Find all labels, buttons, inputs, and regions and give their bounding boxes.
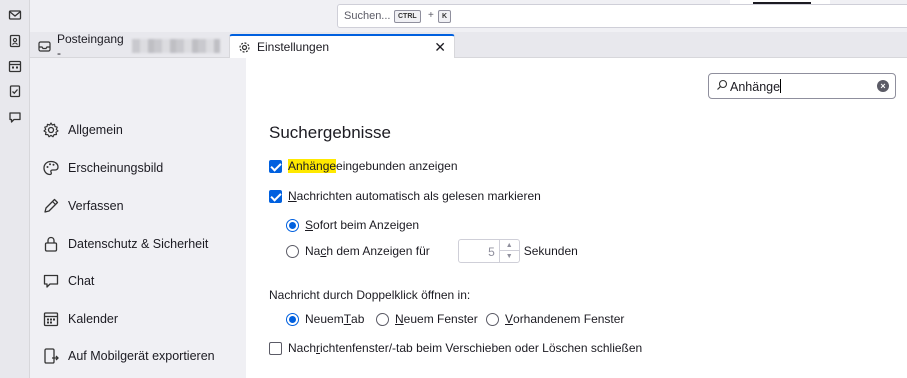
calendar-icon[interactable] [8,59,22,73]
mobile-export-icon [42,347,60,365]
sidebar-item-verfassen[interactable]: Verfassen [42,194,124,218]
stepper-value: 5 [488,245,495,259]
sidebar-item-mobile-export[interactable]: Auf Mobilgerät exportieren [42,344,215,368]
delay-seconds-stepper[interactable]: 5 ▲ ▼ [457,239,520,263]
sidebar-item-label: Chat [68,274,95,288]
radio-selected[interactable] [286,312,299,326]
title-bar: Suchen... CTRL + K [30,0,907,32]
option-label: ofort beim Anzeigen [313,218,420,232]
search-results-heading: Suchergebnisse [269,123,391,142]
checkbox-checked[interactable] [269,189,282,203]
radio-immediately[interactable]: Sofort beim Anzeigen [286,218,419,232]
redacted-account-name [131,39,220,53]
sidebar-item-chat[interactable]: Chat [42,269,94,293]
tab-settings[interactable]: Einstellungen ✕ [229,34,455,58]
settings-search-input[interactable]: Anhänge × [708,73,896,99]
option-label: ab [351,312,365,326]
option-label: orhandenem Fenster [513,312,625,326]
tasks-icon[interactable] [8,84,22,98]
tab-strip: Posteingang - Einstellungen ✕ [30,32,907,60]
sidebar-item-label: Kalender [68,312,119,326]
shortcut-key-ctrl: CTRL [394,10,421,23]
option-label: ichtenfenster/-tab beim Verschieben oder… [320,341,643,355]
stepper-up-icon[interactable]: ▲ [498,240,519,251]
search-placeholder: Suchen... [344,10,391,22]
palette-icon [42,159,60,177]
accesskey-letter: S [305,218,314,232]
stepper-down-icon[interactable]: ▼ [498,251,519,262]
sidebar-item-label: Verfassen [68,199,124,213]
sidebar-item-label: Datenschutz & Sicherheit [68,237,209,251]
option-label: euem Fenster [403,312,478,326]
shortcut-key-k: K [438,10,452,23]
sidebar-item-label: Allgemein [68,123,123,137]
settings-search-value: Anhänge [730,79,782,94]
chat-icon [42,272,60,290]
mail-icon[interactable] [8,8,22,22]
double-click-label: Nachricht durch Doppelklick öffnen in: [269,288,470,302]
sidebar-item-erscheinungsbild[interactable]: Erscheinungsbild [42,156,163,180]
pen-icon [42,197,60,215]
option-label: eingebunden anzeigen [336,159,458,173]
sidebar-item-label: Auf Mobilgerät exportieren [68,349,215,363]
sidebar-item-datenschutz[interactable]: Datenschutz & Sicherheit [42,232,208,256]
section-label: Nachricht durch Doppelklick öffnen in: [269,288,471,302]
radio-existing-window[interactable]: Vorhandenem Fenster [486,312,624,326]
accesskey-letter: N [288,189,297,203]
calendar-icon [42,310,60,328]
option-label: h dem Anzeigen für [326,244,430,258]
option-label-pre: Neuem [305,312,344,326]
radio-unselected[interactable] [286,244,299,258]
checkbox-show-attachments-inline[interactable]: Anhänge eingebunden anzeigen [269,159,458,173]
checkbox-unchecked[interactable] [269,341,282,355]
radio-selected[interactable] [286,218,299,232]
radio-new-window[interactable]: Neuem Fenster [376,312,478,326]
gear-icon [42,121,60,139]
stepper-unit: Sekunden [523,244,578,258]
tab-settings-label: Einstellungen [257,40,330,54]
radio-new-tab[interactable]: Neuem Tab [286,312,364,326]
shortcut-plus: + [428,10,434,21]
checkbox-auto-mark-read[interactable]: Nachrichten automatisch als gelesen mark… [269,189,541,203]
search-icon [716,79,728,91]
settings-content: Anhänge × Suchergebnisse Anhänge eingebu… [246,58,907,378]
settings-sidebar: Allgemein Erscheinungsbild Verfassen Dat… [30,58,246,378]
radio-unselected[interactable] [376,312,389,326]
checkbox-close-on-move-delete[interactable]: Nach r ichtenfenster/-tab beim Verschieben… [269,341,642,355]
chat-icon[interactable] [8,110,22,124]
search-highlight: Anhänge [288,159,337,173]
gear-icon [238,41,251,54]
global-search-input[interactable]: Suchen... CTRL + K [337,4,907,28]
option-label-pre: Na [305,244,321,258]
tab-inbox-label: Posteingang - [57,32,124,60]
option-label: achrichten automatisch als gelesen marki… [296,189,541,203]
tab-inbox[interactable]: Posteingang - [30,32,220,60]
inbox-icon [38,40,51,53]
accesskey-letter: T [343,312,352,326]
checkbox-checked[interactable] [269,159,282,173]
accesskey-letter: N [395,312,404,326]
address-book-icon[interactable] [8,34,22,48]
option-label-pre: Nach [288,341,317,355]
sidebar-item-kalender[interactable]: Kalender [42,307,118,331]
clear-search-icon[interactable]: × [877,80,889,92]
window-control-line [753,2,811,4]
radio-after-delay[interactable]: Na c h dem Anzeigen für 5 ▲ ▼ Sekunden [286,239,578,263]
accesskey-letter: V [505,312,514,326]
spaces-toolbar [0,0,30,378]
sidebar-item-label: Erscheinungsbild [68,161,164,175]
close-tab-icon[interactable]: ✕ [434,39,446,56]
radio-unselected[interactable] [486,312,499,326]
sidebar-item-allgemein[interactable]: Allgemein [42,118,123,142]
lock-icon [42,235,60,253]
